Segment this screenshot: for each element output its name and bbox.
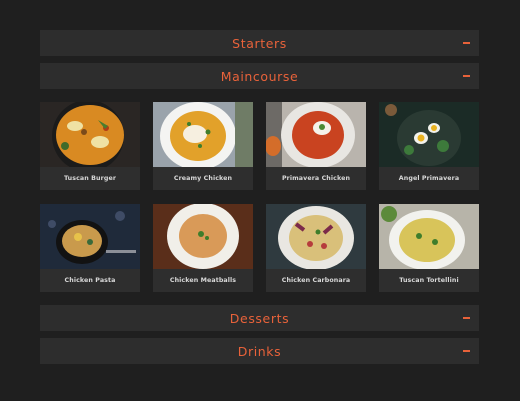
menu-item-card[interactable]: Chicken Meatballs <box>153 204 253 292</box>
food-image <box>153 102 253 167</box>
menu-item-name: Creamy Chicken <box>173 175 233 182</box>
menu-item-name: Chicken Carbonara <box>281 277 351 284</box>
food-image <box>40 204 140 269</box>
menu-item-card[interactable]: Primavera Chicken <box>266 102 366 190</box>
food-image <box>266 102 366 167</box>
menu-item-name: Angel Primavera <box>398 175 460 182</box>
minus-icon[interactable] <box>463 350 470 352</box>
food-image <box>379 204 479 269</box>
minus-icon[interactable] <box>463 317 470 319</box>
menu-item-card[interactable]: Chicken Pasta <box>40 204 140 292</box>
menu-item-card[interactable]: Chicken Carbonara <box>266 204 366 292</box>
menu-page: Starters Maincourse Tuscan Burger Creamy… <box>0 0 520 401</box>
menu-item-name: Tuscan Tortellini <box>399 277 459 284</box>
food-image <box>266 204 366 269</box>
menu-item-card[interactable]: Creamy Chicken <box>153 102 253 190</box>
section-title: Drinks <box>237 343 282 359</box>
menu-item-name: Chicken Pasta <box>64 277 116 284</box>
menu-item-name: Primavera Chicken <box>281 175 351 182</box>
menu-item-name: Chicken Meatballs <box>169 277 237 284</box>
minus-icon[interactable] <box>463 75 470 77</box>
section-title: Desserts <box>229 310 290 326</box>
section-title: Maincourse <box>220 68 299 84</box>
menu-item-card[interactable]: Angel Primavera <box>379 102 479 190</box>
menu-item-name: Tuscan Burger <box>63 175 117 182</box>
section-header-maincourse[interactable]: Maincourse <box>40 63 479 89</box>
food-image <box>379 102 479 167</box>
section-title: Starters <box>232 35 287 51</box>
section-header-desserts[interactable]: Desserts <box>40 305 479 331</box>
minus-icon[interactable] <box>463 42 470 44</box>
section-header-starters[interactable]: Starters <box>40 30 479 56</box>
section-header-drinks[interactable]: Drinks <box>40 338 479 364</box>
menu-item-card[interactable]: Tuscan Burger <box>40 102 140 190</box>
food-image <box>40 102 140 167</box>
food-image <box>153 204 253 269</box>
menu-item-card[interactable]: Tuscan Tortellini <box>379 204 479 292</box>
